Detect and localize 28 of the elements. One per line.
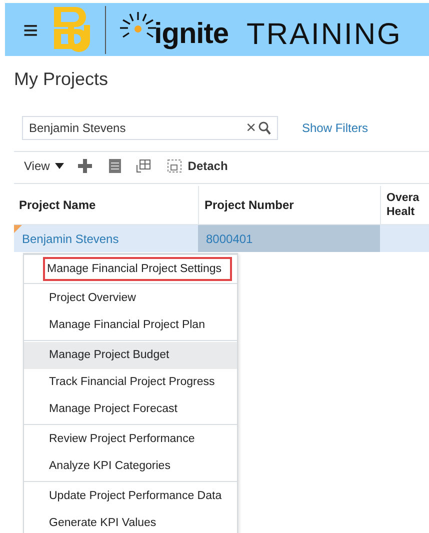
row-marker-icon [14,225,22,233]
detach-button[interactable]: Detach [166,158,228,172]
menu-item[interactable]: Manage Financial Project Plan [24,312,237,339]
menu-item[interactable]: Project Overview [24,285,237,312]
column-header[interactable]: Overa Healt [380,186,429,224]
clear-button[interactable]: × [244,119,258,136]
menu-item[interactable]: Track Financial Project Progress [24,369,237,396]
menu-item[interactable]: Review Project Performance [24,426,237,453]
search-icon[interactable] [258,120,271,134]
freeze-button[interactable] [136,158,151,172]
menu-button[interactable]: ≡ [23,16,38,42]
page-title: My Projects [14,69,110,90]
search-field[interactable]: Benjamin Stevens × [22,116,278,140]
list-button[interactable] [108,158,122,172]
menu-item[interactable]: Update Project Performance Data [24,483,237,510]
brand-name: ignite [154,18,229,51]
menu-item[interactable]: Manage Project Budget [24,342,237,369]
detach-icon [166,158,182,172]
menu-item[interactable]: Generate KPI Values [24,510,237,533]
menu-item[interactable]: Analyze KPI Categories [24,453,237,480]
menu-item[interactable]: Manage Project Forecast [24,396,237,423]
caret-icon [54,162,64,168]
view-menu-button[interactable]: View [24,158,64,172]
menu-item[interactable]: Manage Financial Project Settings [42,256,233,282]
add-button[interactable] [78,158,94,172]
show-filters-link[interactable]: Show Filters [302,120,368,134]
header-title: TRAINING [246,18,402,52]
table-cell: 8000401 [206,232,253,246]
